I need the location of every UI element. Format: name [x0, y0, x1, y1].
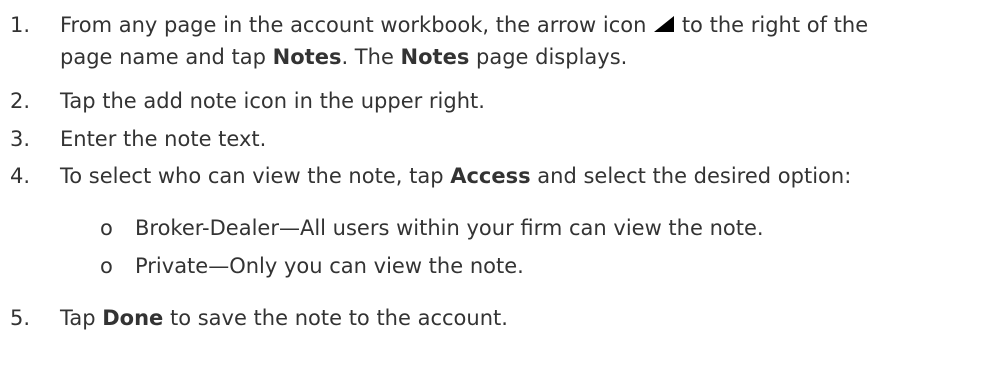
step-number: 1.	[10, 13, 31, 37]
arrow-icon	[654, 16, 675, 32]
step-text-continued: page name and tap Notes. The Notes page …	[60, 41, 975, 73]
step-number: 4.	[10, 164, 31, 188]
step-4-text-part: and select the desired option:	[530, 164, 852, 188]
step-5-text-part: to save the note to the account.	[163, 306, 508, 330]
step-text: Enter the note text.	[60, 127, 267, 151]
step-1-text-part: page name and tap	[60, 45, 273, 69]
step-text: From any page in the account workbook, t…	[60, 9, 975, 41]
step-text: Tap Done to save the note to the account…	[60, 302, 975, 334]
step-number: 5.	[10, 306, 31, 330]
step-number: 3.	[10, 127, 31, 151]
ui-term-notes: Notes	[400, 45, 470, 69]
instructions-document: 1. From any page in the account workbook…	[0, 0, 982, 369]
step-4-text-part: To select who can view the note, tap	[60, 164, 451, 188]
option-text: Broker-Dealer—All users within your firm…	[135, 216, 764, 240]
step-1-text-part: . The	[341, 45, 401, 69]
step-5-text-part: Tap	[60, 306, 103, 330]
step-number: 2.	[10, 89, 31, 113]
bullet-marker: o	[100, 254, 113, 278]
bullet-marker: o	[100, 216, 113, 240]
step-text: Tap the add note icon in the upper right…	[60, 89, 485, 113]
step-1-text-part: page displays.	[469, 45, 628, 69]
step-text: To select who can view the note, tap Acc…	[60, 160, 975, 192]
ui-term-access: Access	[450, 164, 531, 188]
step-1-text-part: From any page in the account workbook, t…	[60, 13, 647, 37]
option-text: Private—Only you can view the note.	[135, 254, 524, 278]
ui-term-notes: Notes	[272, 45, 342, 69]
ui-term-done: Done	[102, 306, 164, 330]
step-1-text-part: to the right of the	[681, 13, 869, 37]
